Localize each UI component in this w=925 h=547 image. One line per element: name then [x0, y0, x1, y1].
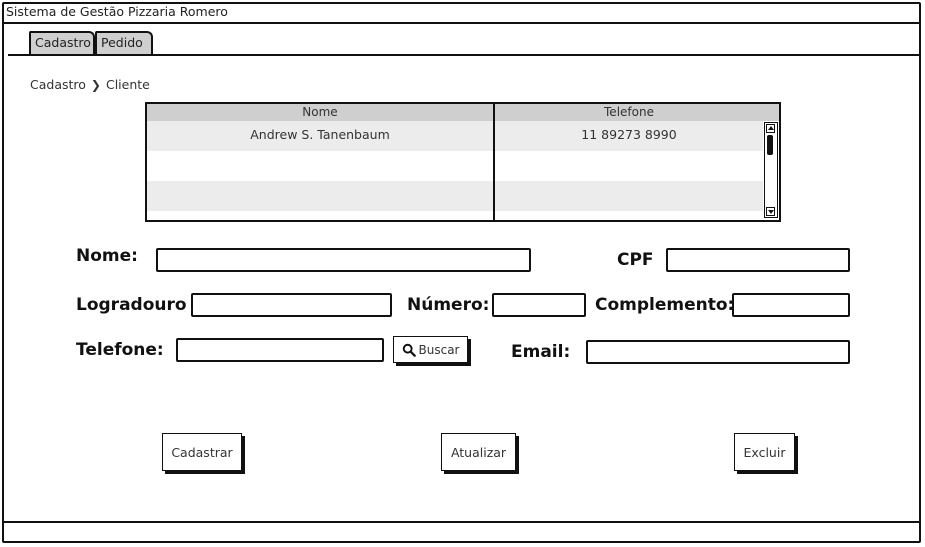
breadcrumb-item-cadastro[interactable]: Cadastro [30, 77, 86, 92]
logradouro-label: Logradouro [76, 295, 187, 315]
tab-pedido[interactable]: Pedido [95, 31, 153, 55]
tab-divider [8, 54, 919, 56]
table-row[interactable] [147, 181, 763, 211]
excluir-button[interactable]: Excluir [734, 433, 795, 471]
scroll-thumb[interactable] [767, 135, 773, 155]
cell-telefone: 11 89273 8990 [581, 127, 677, 142]
search-icon [402, 343, 416, 357]
cpf-label: CPF [617, 250, 654, 270]
status-bar-divider [2, 521, 921, 523]
column-header-nome[interactable]: Nome [147, 104, 493, 121]
table-row[interactable]: Andrew S. Tanenbaum 11 89273 8990 [147, 121, 763, 151]
complemento-input[interactable] [732, 293, 850, 317]
column-divider [493, 104, 495, 220]
email-input[interactable] [586, 340, 850, 364]
cadastrar-button[interactable]: Cadastrar [162, 433, 242, 471]
numero-label: Número: [407, 295, 490, 315]
breadcrumb: Cadastro ❯ Cliente [30, 77, 150, 92]
cpf-input[interactable] [666, 248, 850, 272]
window-title: Sistema de Gestão Pizzaria Romero [6, 4, 228, 19]
tab-cadastro[interactable]: Cadastro [29, 31, 95, 55]
numero-input[interactable] [492, 293, 586, 317]
buscar-label: Buscar [418, 342, 460, 357]
scroll-down-icon[interactable] [766, 207, 775, 216]
breadcrumb-item-cliente: Cliente [105, 77, 150, 92]
clients-table: Nome Telefone Andrew S. Tanenbaum 11 892… [145, 102, 781, 222]
telefone-label: Telefone: [76, 340, 164, 360]
nome-input[interactable] [156, 248, 531, 272]
logradouro-input[interactable] [191, 293, 392, 317]
telefone-input[interactable] [176, 338, 384, 362]
complemento-label: Complemento: [595, 295, 735, 315]
chevron-right-icon: ❯ [90, 77, 101, 92]
table-scrollbar[interactable] [764, 122, 778, 218]
buscar-button[interactable]: Buscar [393, 336, 468, 363]
table-row[interactable] [147, 151, 763, 181]
email-label: Email: [511, 342, 571, 362]
nome-label: Nome: [76, 246, 138, 266]
title-bar: Sistema de Gestão Pizzaria Romero [2, 2, 921, 24]
scroll-up-icon[interactable] [766, 124, 775, 133]
atualizar-button[interactable]: Atualizar [441, 433, 516, 471]
cell-nome: Andrew S. Tanenbaum [250, 127, 390, 142]
column-header-telefone[interactable]: Telefone [495, 104, 763, 121]
